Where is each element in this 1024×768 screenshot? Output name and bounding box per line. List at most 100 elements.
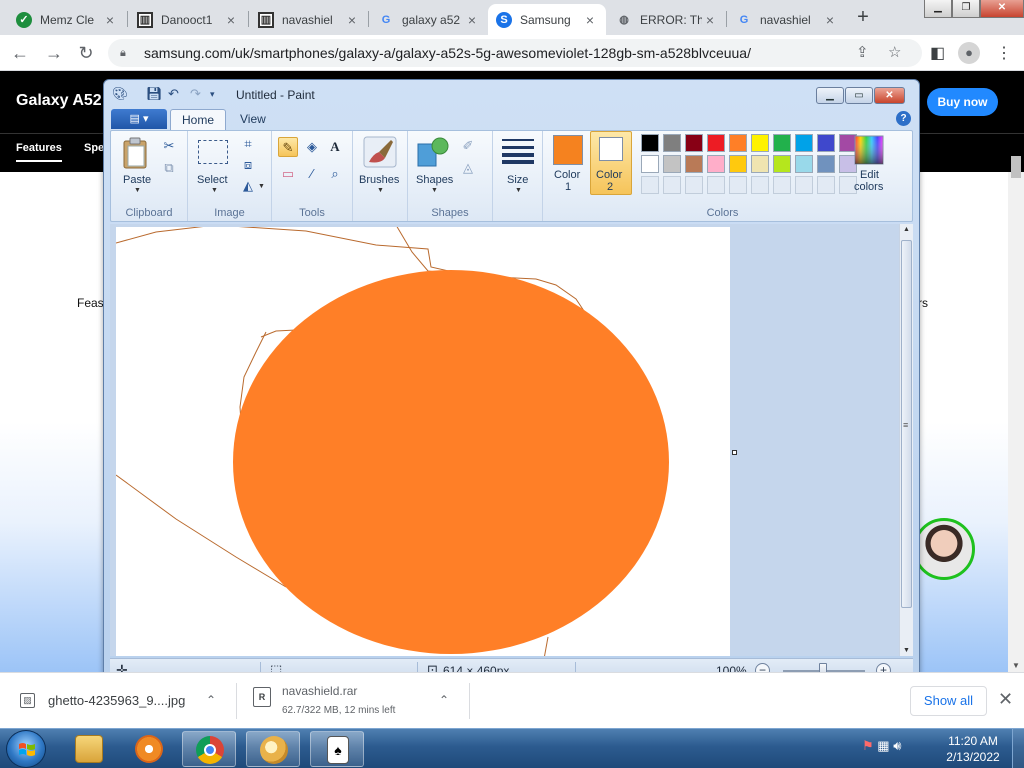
palette-swatch[interactable] [795,134,813,152]
palette-swatch[interactable] [773,134,791,152]
close-tab-icon[interactable]: × [223,12,239,28]
custom-color-slot[interactable] [707,176,725,194]
palette-swatch[interactable] [707,134,725,152]
palette-swatch[interactable] [663,134,681,152]
custom-color-slot[interactable] [795,176,813,194]
line-size-icon[interactable] [502,138,534,164]
paste-button[interactable]: Paste [123,174,151,186]
pencil-icon[interactable]: ✎ [278,137,298,157]
scroll-down-icon[interactable]: ▼ [1012,661,1020,670]
volume-icon[interactable]: 🔊︎ [893,738,901,753]
browser-tab[interactable]: ✓ Memz Cle × [8,4,126,35]
fill-icon[interactable]: ◬ [458,158,478,178]
reload-button[interactable]: ↻ [74,41,98,65]
select-icon[interactable] [198,140,228,164]
undo-icon[interactable]: ↶ [168,86,179,102]
brush-icon[interactable] [363,136,397,168]
file-menu-button[interactable]: ▤ ▾ [111,109,167,129]
share-icon[interactable]: ⇪ [856,43,869,61]
shapes-button[interactable]: Shapes [416,174,453,186]
taskbar-chrome[interactable] [182,731,236,767]
taskbar-solitaire[interactable]: ♠ [310,731,364,767]
palette-swatch[interactable] [707,155,725,173]
side-panel-icon[interactable]: ◧ [930,43,945,63]
size-dropdown-icon[interactable]: ▼ [515,187,522,194]
shapes-dropdown-icon[interactable]: ▼ [431,187,438,194]
paste-icon[interactable] [121,137,149,169]
minimize-icon[interactable]: ▁ [924,0,952,18]
paste-dropdown-icon[interactable]: ▼ [134,187,141,194]
tab-home[interactable]: Home [170,109,227,130]
custom-color-slot[interactable] [751,176,769,194]
palette-swatch[interactable] [751,155,769,173]
palette-swatch[interactable] [729,134,747,152]
clock[interactable]: 11:20 AM 2/13/2022 [940,733,1006,765]
crop-icon[interactable]: ⌗ [238,134,258,154]
color-picker-icon[interactable]: ⁄ [302,164,322,184]
nav-features[interactable]: Features [16,142,62,162]
show-desktop-button[interactable] [1012,729,1024,768]
help-icon[interactable]: ? [896,111,911,126]
close-tab-icon[interactable]: × [344,12,360,28]
network-error-icon[interactable]: ⚑ [862,738,874,753]
palette-swatch[interactable] [641,155,659,173]
bookmark-star-icon[interactable]: ☆ [888,43,901,61]
magnifier-icon[interactable]: ⌕ [325,164,345,184]
network-icon[interactable]: ▦ [877,738,889,753]
color1-swatch[interactable] [553,135,583,165]
browser-tab[interactable]: ▥ navashiel × [250,4,368,35]
quick-access-dropdown-icon[interactable]: ▾ [210,89,215,100]
custom-color-slot[interactable] [685,176,703,194]
chevron-up-icon[interactable]: ⌃ [439,693,449,707]
menu-kebab-icon[interactable]: ⋮ [996,43,1012,63]
custom-color-slot[interactable] [729,176,747,194]
redo-icon[interactable]: ↷ [190,86,201,102]
palette-swatch[interactable] [817,155,835,173]
minimize-icon[interactable]: ▁ [816,87,844,104]
close-shelf-icon[interactable]: ✕ [998,689,1013,710]
nav-specs[interactable]: Spe [84,142,104,154]
forward-button[interactable]: → [42,41,66,65]
palette-swatch[interactable] [685,155,703,173]
maximize-icon[interactable]: ▭ [845,87,873,104]
eraser-icon[interactable]: ▭ [278,164,298,184]
text-tool-icon[interactable]: A [325,137,345,157]
palette-swatch[interactable] [685,134,703,152]
custom-color-slot[interactable] [641,176,659,194]
browser-tab[interactable]: G navashiel × [728,4,846,35]
close-tab-icon[interactable]: × [582,12,598,28]
chat-support-avatar[interactable] [913,518,975,580]
select-dropdown-icon[interactable]: ▼ [211,187,218,194]
page-scrollbar[interactable]: ▼ [1008,156,1024,672]
close-tab-icon[interactable]: × [822,12,838,28]
palette-swatch[interactable] [729,155,747,173]
scroll-up-icon[interactable]: ▲ [903,226,910,233]
custom-color-slot[interactable] [817,176,835,194]
color1-label[interactable]: Color [554,169,580,181]
color2-swatch[interactable] [599,137,623,161]
chevron-up-icon[interactable]: ⌃ [206,693,216,707]
palette-swatch[interactable] [751,134,769,152]
resize-icon[interactable]: ⧈ [238,155,258,175]
browser-tab-active[interactable]: S Samsung × [488,4,606,35]
start-button[interactable] [6,730,46,768]
brushes-button[interactable]: Brushes [359,174,399,186]
back-button[interactable]: ← [8,41,32,65]
close-window-icon[interactable]: ✕ [874,87,905,104]
color2-label[interactable]: Color [596,169,622,181]
close-window-icon[interactable]: ✕ [980,0,1024,18]
select-button[interactable]: Select [197,174,228,186]
close-tab-icon[interactable]: × [464,12,480,28]
browser-tab[interactable]: ◍ ERROR: Th × [608,4,726,35]
tab-view[interactable]: View [229,109,277,130]
cut-icon[interactable]: ✂ [159,136,179,156]
palette-swatch[interactable] [817,134,835,152]
buy-now-button[interactable]: Buy now [927,88,998,116]
copy-icon[interactable]: ⧉ [159,158,179,178]
scroll-down-icon[interactable]: ▼ [903,647,910,654]
browser-tab[interactable]: G galaxy a52 × [370,4,488,35]
palette-swatch[interactable] [641,134,659,152]
restore-icon[interactable]: ❐ [952,0,980,18]
taskbar-media-player[interactable] [122,731,176,767]
edit-colors-label[interactable]: Edit [860,169,879,181]
